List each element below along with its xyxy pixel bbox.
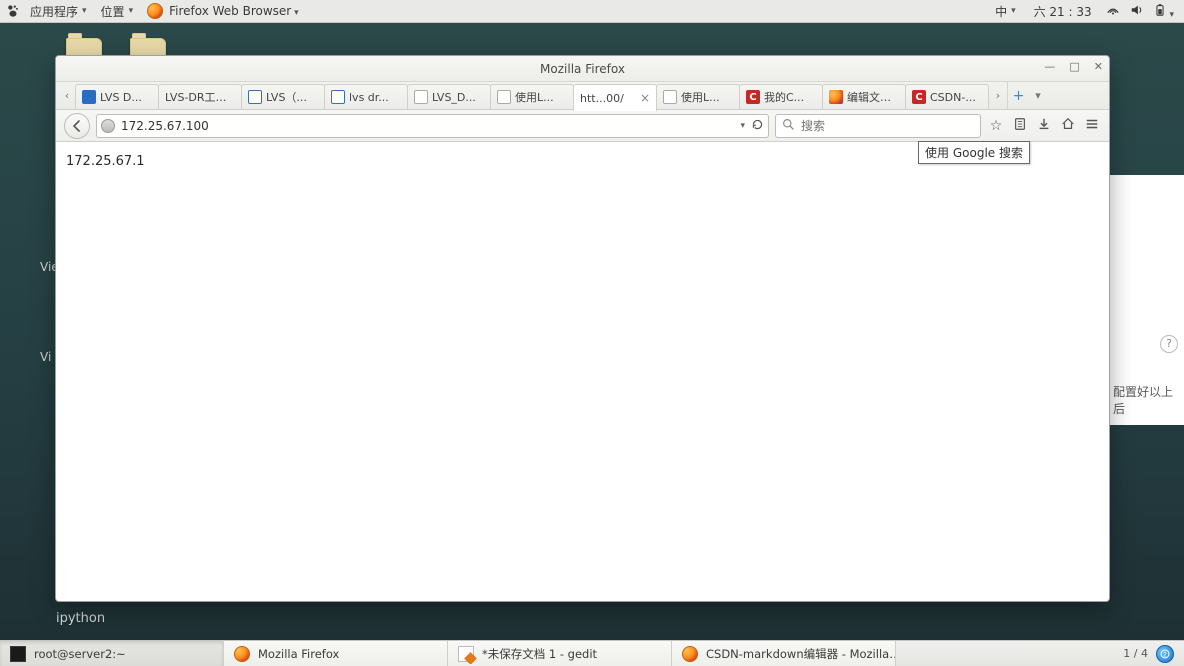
tab-list-button[interactable]: ▾ — [1029, 82, 1047, 109]
firefox-launcher[interactable]: Firefox Web Browser — [143, 1, 303, 21]
firefox-icon — [147, 3, 163, 19]
tab[interactable]: LVS_D... — [407, 84, 491, 109]
search-icon — [782, 118, 795, 134]
firefox-window: Mozilla Firefox — □ ✕ ‹ LVS D... LVS-DR工… — [55, 55, 1110, 602]
favicon-icon: B — [248, 90, 262, 104]
url-bar[interactable]: ▾ — [96, 114, 769, 138]
search-input[interactable] — [801, 119, 974, 133]
tray-notification-icon[interactable]: 2 — [1156, 645, 1174, 663]
favicon-icon — [82, 90, 96, 104]
favicon-icon: B — [331, 90, 345, 104]
tab-active[interactable]: htt...00/ × — [573, 84, 657, 111]
tab[interactable]: 编辑文… — [822, 84, 906, 109]
battery-icon[interactable] — [1154, 3, 1174, 20]
tab[interactable]: LVS-DR工… — [158, 84, 242, 109]
hamburger-menu-icon[interactable] — [1083, 117, 1101, 135]
terminal-icon — [10, 646, 26, 662]
tab-close-icon[interactable]: × — [640, 91, 650, 105]
tab-label: 使用L... — [681, 89, 733, 105]
tab-label: LVS（... — [266, 89, 318, 105]
clock[interactable]: 六 21 : 33 — [1030, 1, 1096, 22]
taskbar-label: root@server2:~ — [34, 647, 126, 661]
tab-label: LVS-DR工… — [165, 89, 235, 105]
tab[interactable]: LVS D... — [75, 84, 159, 109]
tab[interactable]: B LVS（... — [241, 84, 325, 109]
downloads-icon[interactable] — [1035, 117, 1053, 135]
page-content: 172.25.67.1 — [56, 142, 1109, 601]
places-menu[interactable]: 位置 — [97, 1, 138, 22]
tab-label: CSDN-... — [930, 91, 982, 104]
favicon-icon: C — [746, 90, 760, 104]
page-body-text: 172.25.67.1 — [66, 154, 145, 169]
url-dropdown-icon[interactable]: ▾ — [740, 121, 745, 131]
home-icon[interactable] — [1059, 117, 1077, 135]
taskbar-item-firefox[interactable]: Mozilla Firefox — [224, 641, 448, 666]
taskbar-label: Mozilla Firefox — [258, 647, 339, 661]
bottom-taskbar: root@server2:~ Mozilla Firefox *未保存文档 1 … — [0, 640, 1184, 666]
tab-scroll-left[interactable]: ‹ — [58, 82, 76, 109]
taskbar-label: CSDN-markdown编辑器 - Mozilla… — [706, 646, 896, 662]
favicon-icon — [497, 90, 511, 104]
tab-label: LVS_D... — [432, 91, 484, 104]
window-title: Mozilla Firefox — [540, 62, 625, 76]
tab[interactable]: 使用L... — [490, 84, 574, 109]
gnome-top-panel: 应用程序 位置 Firefox Web Browser 中 六 21 : 33 — [0, 0, 1184, 23]
volume-icon[interactable] — [1130, 3, 1144, 20]
tab[interactable]: C CSDN-... — [905, 84, 989, 109]
behind-text: 配置好以上后 — [1113, 383, 1178, 417]
favicon-icon — [414, 90, 428, 104]
firefox-icon — [234, 646, 250, 662]
tab[interactable]: B lvs dr... — [324, 84, 408, 109]
tab-strip: ‹ LVS D... LVS-DR工… B LVS（... B lvs dr..… — [56, 82, 1109, 110]
search-bar[interactable]: 使用 Google 搜索 — [775, 114, 981, 138]
workspace-indicator[interactable]: 1 / 4 — [1123, 647, 1148, 660]
tab-label: 使用L... — [515, 89, 567, 105]
behind-text: Vi — [40, 350, 51, 364]
taskbar-item-gedit[interactable]: *未保存文档 1 - gedit — [448, 641, 672, 666]
tab-label: htt...00/ — [580, 92, 636, 105]
tab[interactable]: 使用L... — [656, 84, 740, 109]
reader-view-icon[interactable] — [1011, 117, 1029, 135]
reload-button[interactable] — [751, 118, 764, 134]
url-input[interactable] — [121, 119, 734, 133]
favicon-icon: C — [912, 90, 926, 104]
search-tooltip: 使用 Google 搜索 — [918, 141, 1030, 164]
tab-label: 我的C... — [764, 89, 816, 105]
navigation-toolbar: ▾ 使用 Google 搜索 ☆ — [56, 110, 1109, 142]
new-tab-button[interactable]: + — [1007, 82, 1029, 109]
site-identity-icon[interactable] — [101, 119, 115, 133]
favicon-icon — [829, 90, 843, 104]
window-titlebar[interactable]: Mozilla Firefox — □ ✕ — [56, 56, 1109, 82]
svg-text:2: 2 — [1163, 651, 1167, 658]
desktop-label: ipython — [56, 611, 105, 626]
tab-label: lvs dr... — [349, 91, 401, 104]
gedit-icon — [458, 646, 474, 662]
taskbar-item-firefox-csdn[interactable]: CSDN-markdown编辑器 - Mozilla… — [672, 641, 896, 666]
firefox-launcher-label: Firefox Web Browser — [169, 4, 299, 18]
minimize-button[interactable]: — — [1044, 60, 1055, 73]
applications-menu[interactable]: 应用程序 — [26, 1, 91, 22]
network-icon[interactable] — [1106, 3, 1120, 20]
behind-window-fragment: ? 配置好以上后 — [1106, 175, 1184, 425]
ime-indicator[interactable]: 中 — [991, 1, 1020, 22]
system-tray: 1 / 4 2 — [1113, 641, 1184, 666]
bookmark-star-icon[interactable]: ☆ — [987, 118, 1005, 134]
taskbar-item-terminal[interactable]: root@server2:~ — [0, 641, 224, 666]
tab[interactable]: C 我的C... — [739, 84, 823, 109]
maximize-button[interactable]: □ — [1069, 60, 1079, 73]
tab-label: LVS D... — [100, 91, 152, 104]
tab-scroll-right[interactable]: › — [989, 82, 1007, 109]
close-button[interactable]: ✕ — [1094, 60, 1103, 73]
tab-label: 编辑文… — [847, 89, 899, 105]
firefox-icon — [682, 646, 698, 662]
help-icon: ? — [1160, 335, 1178, 353]
back-button[interactable] — [64, 113, 90, 139]
gnome-foot-icon — [6, 4, 20, 18]
taskbar-label: *未保存文档 1 - gedit — [482, 646, 597, 662]
favicon-icon — [663, 90, 677, 104]
